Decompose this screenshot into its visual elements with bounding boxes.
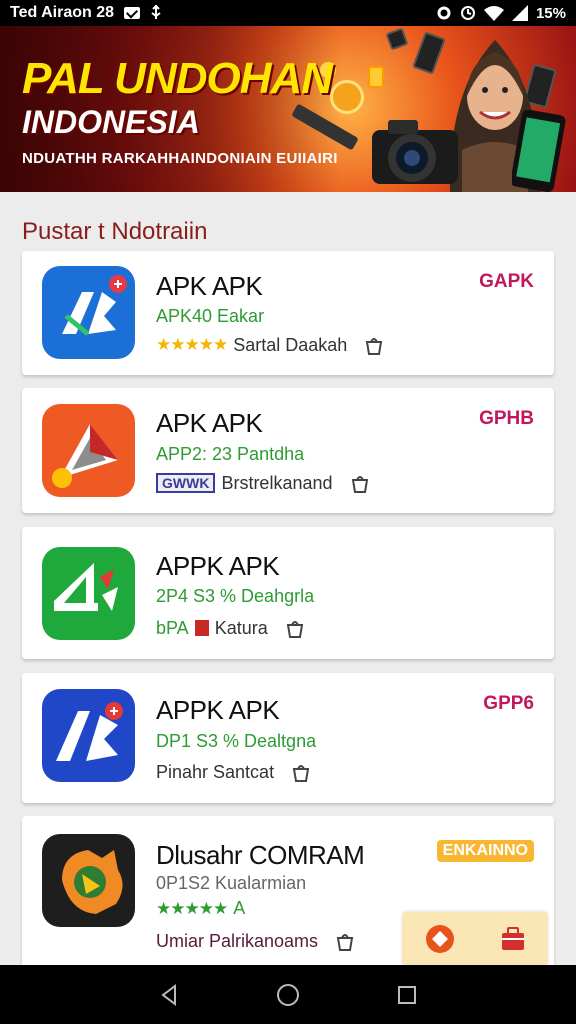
section-title: Pustar t Ndotraiin <box>22 218 208 245</box>
green-4-app-icon <box>42 547 135 640</box>
camera-icon <box>372 120 458 184</box>
rating-suffix: A <box>233 898 246 918</box>
app-subtitle: DP1 S3 % Dealtgna <box>156 731 317 751</box>
app-subtitle: 2P4 S3 % Deahgrla <box>156 586 315 606</box>
home-circle-icon <box>276 983 299 1006</box>
app-badge: GPHB <box>479 408 534 429</box>
app-subtitle: APP2: 23 Pantdha <box>156 444 305 464</box>
app-subtitle: 0P1S2 Kualarmian <box>156 873 307 893</box>
app-name: APPK APK <box>156 695 280 725</box>
floating-gadget-icon <box>368 66 384 88</box>
shortcut-app-icon[interactable] <box>422 921 458 957</box>
smartphone-icon <box>512 110 566 192</box>
status-bar: Ted Airaon 28 15% <box>0 0 576 26</box>
app-developer: Umiar Palrikanoams <box>156 930 319 951</box>
gear-status-icon <box>436 5 452 21</box>
app-meta-row: GWWK Brstrelkanand <box>156 472 371 494</box>
shopping-bag-icon[interactable] <box>284 617 306 639</box>
app-name: APK APK <box>156 408 263 438</box>
app-tag: GWWK <box>156 473 216 493</box>
app-meta-row: ★★★★★ Sartal Daakah <box>156 334 385 356</box>
app-meta-row: ★★★★★ A <box>156 898 245 919</box>
banner-title: PAL UNDOHAN <box>22 54 333 103</box>
app-card[interactable]: APPK APK DP1 S3 % Dealtgna Pinahr Santca… <box>22 673 554 803</box>
app-card[interactable]: APK APK APP2: 23 Pantdha GWWK Brstrelkan… <box>22 388 554 513</box>
shopping-bag-icon[interactable] <box>363 334 385 356</box>
app-subtitle: APK40 Eakar <box>156 306 265 326</box>
app-badge: ENKAINNO <box>436 840 534 862</box>
promo-banner[interactable]: PAL UNDOHAN INDONESIA NDUATHH RARKAHHAIN… <box>0 26 576 192</box>
app-name: Dlusahr COMRAM <box>156 840 365 870</box>
app-name: APPK APK <box>156 551 280 581</box>
app-tag: bPA <box>156 617 189 638</box>
shopping-bag-icon[interactable] <box>290 761 312 783</box>
home-button[interactable] <box>274 981 302 1009</box>
calculator-icon <box>194 620 209 636</box>
dark-orange-app-icon <box>42 834 135 927</box>
wifi-icon <box>483 5 504 21</box>
orange-arrow-app-icon <box>42 404 135 497</box>
back-button[interactable] <box>155 981 183 1009</box>
app-meta-row: Umiar Palrikanoams <box>156 930 356 952</box>
status-time: Ted Airaon 28 <box>10 4 115 21</box>
floating-gadget-icon <box>385 27 409 51</box>
quick-action-panel[interactable] <box>402 912 548 966</box>
blue-ab-app-icon <box>42 689 135 782</box>
app-developer: Pinahr Santcat <box>156 761 275 782</box>
app-developer: Brstrelkanand <box>221 472 333 493</box>
system-nav-bar <box>0 965 576 1024</box>
banner-subtitle: INDONESIA <box>22 104 200 140</box>
rb-blue-app-icon <box>42 266 135 359</box>
rating-stars: ★★★★★ <box>156 898 228 918</box>
app-developer: Sartal Daakah <box>233 334 348 355</box>
rating-stars: ★★★★★ <box>156 335 228 354</box>
app-badge: GPP6 <box>483 693 534 714</box>
battery-level: 15% <box>535 4 566 22</box>
app-meta-row: bPA Katura <box>156 617 306 639</box>
banner-tagline: NDUATHH RARKAHHAINDONIAIN EUIIAIRI <box>22 150 338 167</box>
recents-square-icon <box>397 985 416 1004</box>
app-meta-row: Pinahr Santcat <box>156 761 312 783</box>
back-triangle-icon <box>161 983 177 1006</box>
shopping-bag-icon[interactable] <box>334 930 356 952</box>
shopping-bag-icon[interactable] <box>349 472 371 494</box>
app-badge: GAPK <box>479 271 534 292</box>
coin-icon <box>330 80 364 114</box>
signal-icon <box>511 5 528 21</box>
app-name: APK APK <box>156 271 263 301</box>
alarm-icon <box>460 5 476 21</box>
usb-icon <box>150 5 162 21</box>
mail-icon <box>124 7 141 19</box>
app-card[interactable]: APK APK APK40 Eakar ★★★★★ Sartal Daakah … <box>22 251 554 375</box>
briefcase-icon[interactable] <box>498 924 528 954</box>
app-developer: Katura <box>214 617 268 638</box>
app-card[interactable]: APPK APK 2P4 S3 % Deahgrla bPA Katura <box>22 527 554 659</box>
recents-button[interactable] <box>393 981 421 1009</box>
